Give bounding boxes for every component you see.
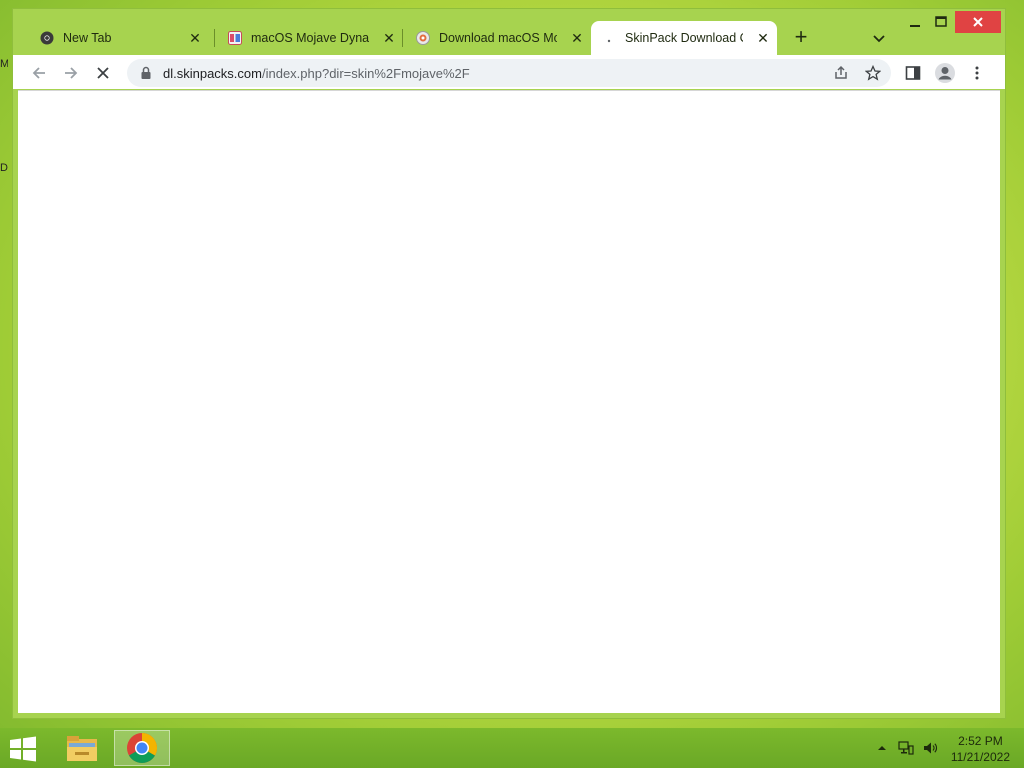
tab-new-tab[interactable]: New Tab ✕	[29, 21, 209, 55]
url-path: /index.php?dir=skin%2Fmojave%2F	[261, 65, 470, 81]
tab-strip: New Tab ✕ macOS Mojave Dynamic ✕ Downloa…	[13, 9, 1005, 57]
chrome-icon	[127, 733, 158, 764]
desktop-icon-label-fragment[interactable]: D	[0, 162, 8, 176]
taskbar-chrome[interactable]	[114, 730, 170, 766]
network-icon[interactable]	[898, 740, 914, 756]
close-tab-icon[interactable]: ✕	[187, 30, 203, 46]
close-tab-icon[interactable]: ✕	[755, 30, 771, 46]
taskbar-file-explorer[interactable]	[54, 730, 110, 766]
tab-search-chevron-icon[interactable]	[869, 28, 889, 48]
taskbar-clock[interactable]: 2:52 PM 11/21/2022	[951, 733, 1010, 765]
windows-start-icon[interactable]	[8, 736, 38, 762]
profile-avatar-icon[interactable]	[933, 61, 957, 85]
browser-window: New Tab ✕ macOS Mojave Dynamic ✕ Downloa…	[12, 8, 1006, 719]
new-tab-button[interactable]: +	[789, 26, 813, 50]
tab-separator	[402, 29, 403, 47]
tab-skinpack-download-center[interactable]: SkinPack Download Center ✕	[591, 21, 777, 55]
tab-title: New Tab	[63, 31, 112, 45]
site-icon	[415, 30, 431, 46]
tab-download-macos-mojave[interactable]: Download macOS Mojave ✕	[405, 21, 591, 55]
close-tab-icon[interactable]: ✕	[569, 30, 585, 46]
window-close-button[interactable]	[955, 11, 1001, 33]
forward-button[interactable]	[59, 61, 83, 85]
tab-title: Download macOS Mojave	[439, 31, 557, 45]
back-button[interactable]	[27, 61, 51, 85]
side-panel-icon[interactable]	[901, 61, 925, 85]
clock-time: 2:52 PM	[958, 734, 1003, 748]
tab-title: SkinPack Download Center	[625, 31, 743, 45]
tab-macos-mojave-dynamic[interactable]: macOS Mojave Dynamic ✕	[217, 21, 403, 55]
desktop-icon-label-fragment[interactable]: M	[0, 58, 8, 72]
skinpack-icon	[227, 30, 243, 46]
clock-date: 11/21/2022	[950, 750, 1010, 764]
browser-toolbar: dl.skinpacks.com/index.php?dir=skin%2Fmo…	[13, 55, 1005, 89]
close-tab-icon[interactable]: ✕	[381, 30, 397, 46]
tab-separator	[214, 29, 215, 47]
show-hidden-icons-chevron[interactable]	[874, 740, 890, 756]
bookmark-star-icon[interactable]	[863, 63, 883, 83]
url-text[interactable]: dl.skinpacks.com/index.php?dir=skin%2Fmo…	[163, 66, 470, 81]
loading-icon	[601, 30, 617, 46]
volume-icon[interactable]	[922, 740, 938, 756]
address-bar[interactable]: dl.skinpacks.com/index.php?dir=skin%2Fmo…	[127, 59, 891, 87]
chrome-icon	[39, 30, 55, 46]
taskbar: 2:52 PM 11/21/2022	[0, 728, 1024, 768]
maximize-button[interactable]	[923, 11, 959, 33]
page-content	[18, 90, 1000, 713]
url-host: dl.skinpacks.com	[163, 65, 262, 81]
kebab-menu-icon[interactable]	[965, 61, 989, 85]
folder-icon	[67, 736, 97, 761]
share-icon[interactable]	[831, 63, 851, 83]
stop-loading-button[interactable]	[91, 61, 115, 85]
tab-title: macOS Mojave Dynamic	[251, 31, 369, 45]
lock-icon[interactable]	[139, 66, 153, 80]
